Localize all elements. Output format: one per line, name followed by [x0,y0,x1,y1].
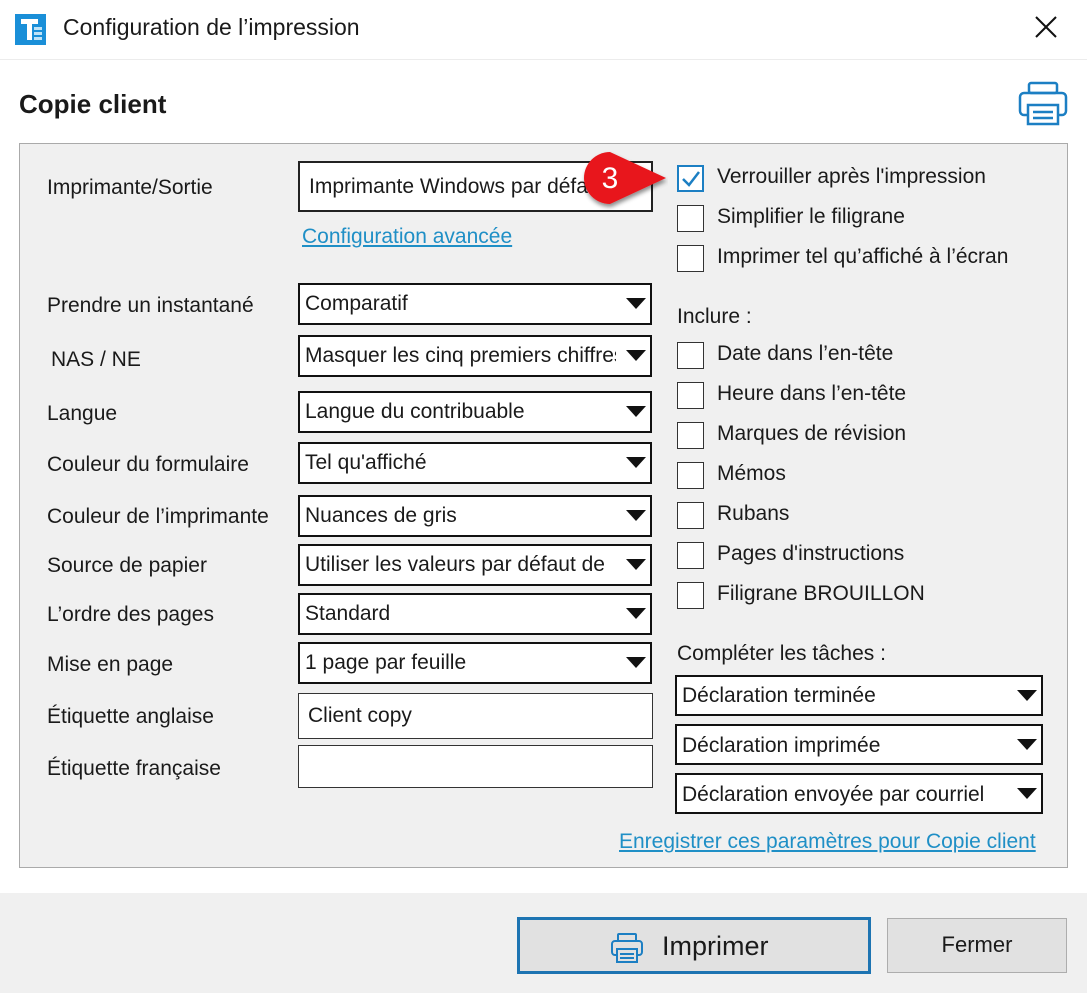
step-callout-badge: 3 [584,152,666,204]
english-label-input[interactable]: Client copy [298,693,653,739]
close-icon [1035,16,1057,38]
field-label-language: Langue [47,402,118,425]
include-instructions-checkbox[interactable] [677,542,704,569]
taxprep-app-icon [15,14,46,45]
snapshot-select[interactable]: Comparatif [298,283,652,325]
select-value: Utiliser les valeurs par défaut de [305,553,605,576]
include-review-marks-label: Marques de révision [717,422,907,445]
include-time-label: Heure dans l’en-tête [717,382,907,405]
dropdown-arrow-icon [626,457,646,468]
include-date-label: Date dans l’en-tête [717,342,894,365]
select-value: Tel qu'affiché [305,451,427,474]
select-value: Comparatif [305,292,408,315]
paper-source-select[interactable]: Utiliser les valeurs par défaut de [298,544,652,586]
include-instructions-label: Pages d'instructions [717,542,905,565]
include-ribbons-label: Rubans [717,502,790,525]
dropdown-arrow-icon [626,559,646,570]
print-as-displayed-checkbox[interactable] [677,245,704,272]
field-label-form-color: Couleur du formulaire [47,453,249,476]
dropdown-arrow-icon [1017,689,1037,701]
include-memos-label: Mémos [717,462,786,485]
section-title: Copie client [19,89,167,119]
dropdown-arrow-icon [1017,738,1037,750]
close-button[interactable] [1023,8,1069,48]
callout-number: 3 [602,162,619,195]
field-label-paper-source: Source de papier [47,554,207,577]
dropdown-arrow-icon [626,350,646,361]
french-label-label: Étiquette française [47,757,221,780]
lock-after-print-checkbox[interactable] [677,165,704,192]
field-label-layout: Mise en page [47,653,174,676]
select-value: 1 page par feuille [305,651,467,674]
save-settings-link[interactable]: Enregistrer ces paramètres pour Copie cl… [619,830,1036,854]
field-label-snapshot: Prendre un instantané [47,294,254,317]
checkmark-icon [682,171,700,187]
advanced-config-link[interactable]: Configuration avancée [302,225,512,249]
include-draft-watermark-label: Filigrane BROUILLON [717,582,925,605]
printer-icon [611,933,643,963]
english-label-label: Étiquette anglaise [47,705,214,728]
task-select-completed[interactable]: Déclaration terminée [675,675,1043,716]
title-bar: Configuration de l’impression [0,0,1087,60]
task-select-emailed[interactable]: Déclaration envoyée par courriel [675,773,1043,814]
language-select[interactable]: Langue du contribuable [298,391,652,433]
printer-icon[interactable] [1017,80,1069,128]
dropdown-arrow-icon [1017,787,1037,799]
select-value: Nuances de gris [305,504,457,527]
french-label-input[interactable] [298,745,653,788]
field-label-page-order: L’ordre des pages [47,603,214,626]
include-review-marks-checkbox[interactable] [677,422,704,449]
select-value: Déclaration envoyée par courriel [682,783,985,806]
lock-after-print-label: Verrouiller après l'impression [717,165,986,188]
window-title: Configuration de l’impression [63,14,360,40]
include-memos-checkbox[interactable] [677,462,704,489]
include-date-checkbox[interactable] [677,342,704,369]
simplify-watermark-label: Simplifier le filigrane [717,205,905,228]
dropdown-arrow-icon [626,510,646,521]
include-heading: Inclure : [677,305,752,328]
tasks-heading: Compléter les tâches : [677,642,886,665]
page-order-select[interactable]: Standard [298,593,652,635]
dropdown-arrow-icon [626,657,646,668]
field-label-sin: NAS / NE [51,348,141,371]
layout-select[interactable]: 1 page par feuille [298,642,652,684]
select-value: Masquer les cinq premiers chiffres [305,344,616,367]
printer-color-select[interactable]: Nuances de gris [298,495,652,537]
close-dialog-label: Fermer [941,932,1013,957]
select-value: Standard [305,602,391,625]
sin-select[interactable]: Masquer les cinq premiers chiffres [298,335,652,377]
task-select-printed[interactable]: Déclaration imprimée [675,724,1043,765]
simplify-watermark-checkbox[interactable] [677,205,704,232]
print-button-label: Imprimer [662,931,769,961]
dropdown-arrow-icon [626,608,646,619]
select-value: Déclaration terminée [682,684,876,707]
print-as-displayed-label: Imprimer tel qu’affiché à l’écran [717,245,1009,268]
close-dialog-button[interactable]: Fermer [887,918,1067,973]
dropdown-arrow-icon [626,406,646,417]
print-button[interactable]: Imprimer [517,917,871,974]
select-value: Déclaration imprimée [682,734,881,757]
printer-label: Imprimante/Sortie [47,176,213,199]
select-value: Langue du contribuable [305,400,525,423]
include-draft-watermark-checkbox[interactable] [677,582,704,609]
dropdown-arrow-icon [626,298,646,309]
field-label-printer-color: Couleur de l’imprimante [47,505,269,528]
include-time-checkbox[interactable] [677,382,704,409]
include-ribbons-checkbox[interactable] [677,502,704,529]
form-color-select[interactable]: Tel qu'affiché [298,442,652,484]
